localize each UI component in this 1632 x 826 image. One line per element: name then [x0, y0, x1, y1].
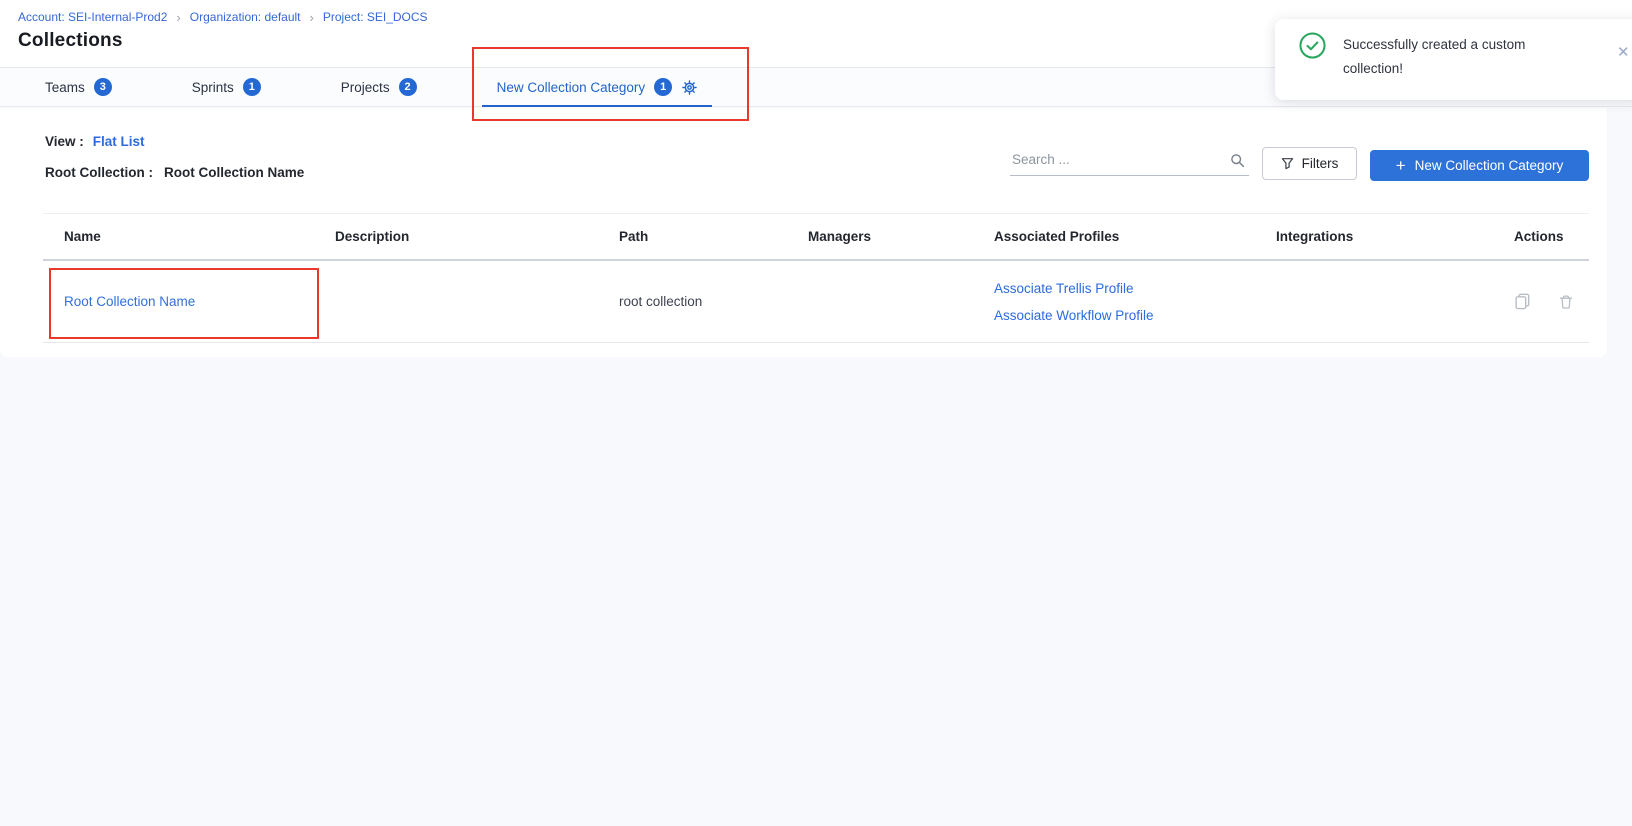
column-header-associated-profiles: Associated Profiles [994, 229, 1276, 244]
breadcrumb-account-link[interactable]: Account: SEI-Internal-Prod2 [18, 10, 167, 24]
trash-icon[interactable] [1558, 294, 1574, 310]
tab-teams-count-badge: 3 [94, 78, 112, 96]
tab-sprints-label: Sprints [192, 80, 234, 95]
filters-button[interactable]: Filters [1262, 147, 1357, 180]
search-box [1010, 146, 1249, 176]
tab-new-collection-category-count-badge: 1 [654, 78, 672, 96]
check-circle-icon [1299, 32, 1326, 59]
collections-panel: View : Flat List Root Collection : Root … [0, 108, 1607, 357]
gear-icon[interactable] [682, 80, 697, 95]
actions-cell [1514, 293, 1589, 310]
collections-table: Name Description Path Managers Associate… [43, 213, 1589, 343]
column-header-actions: Actions [1514, 229, 1589, 244]
search-icon[interactable] [1230, 153, 1245, 168]
associate-workflow-profile-link[interactable]: Associate Workflow Profile [994, 308, 1276, 323]
tab-sprints-count-badge: 1 [243, 78, 261, 96]
new-collection-category-button[interactable]: + New Collection Category [1370, 150, 1589, 181]
tab-projects-count-badge: 2 [399, 78, 417, 96]
tab-teams[interactable]: Teams 3 [45, 68, 112, 106]
breadcrumb-project-link[interactable]: Project: SEI_DOCS [323, 10, 428, 24]
chevron-right-icon: › [176, 10, 180, 24]
column-header-path: Path [619, 229, 808, 244]
tab-projects-label: Projects [341, 80, 390, 95]
column-header-description: Description [335, 229, 619, 244]
breadcrumb-organization-link[interactable]: Organization: default [190, 10, 301, 24]
funnel-icon [1281, 157, 1294, 170]
associated-profiles-cell: Associate Trellis Profile Associate Work… [994, 281, 1276, 323]
collection-name-link[interactable]: Root Collection Name [64, 294, 195, 309]
tab-teams-label: Teams [45, 80, 85, 95]
table-row: Root Collection Name root collection Ass… [43, 261, 1589, 343]
new-collection-category-button-label: New Collection Category [1415, 158, 1564, 173]
column-header-managers: Managers [808, 229, 994, 244]
plus-icon: + [1396, 157, 1406, 174]
success-toast: Successfully created a custom collection… [1275, 19, 1632, 100]
root-collection-value: Root Collection Name [164, 165, 304, 180]
filters-button-label: Filters [1302, 156, 1339, 171]
toast-message: Successfully created a custom collection… [1343, 33, 1553, 81]
view-label: View : [45, 134, 84, 149]
flat-list-link[interactable]: Flat List [93, 134, 145, 149]
chevron-right-icon: › [310, 10, 314, 24]
table-header-row: Name Description Path Managers Associate… [43, 213, 1589, 261]
tab-new-collection-category[interactable]: New Collection Category 1 [497, 68, 698, 106]
root-collection-label: Root Collection : [45, 165, 153, 180]
collection-path-cell: root collection [619, 294, 808, 309]
associate-trellis-profile-link[interactable]: Associate Trellis Profile [994, 281, 1276, 296]
copy-icon[interactable] [1514, 293, 1531, 310]
search-input[interactable] [1010, 146, 1249, 176]
close-icon[interactable]: ✕ [1617, 45, 1630, 60]
tab-projects[interactable]: Projects 2 [341, 68, 417, 106]
column-header-integrations: Integrations [1276, 229, 1514, 244]
tab-new-collection-category-label: New Collection Category [497, 80, 646, 95]
tab-sprints[interactable]: Sprints 1 [192, 68, 261, 106]
column-header-name: Name [64, 229, 335, 244]
